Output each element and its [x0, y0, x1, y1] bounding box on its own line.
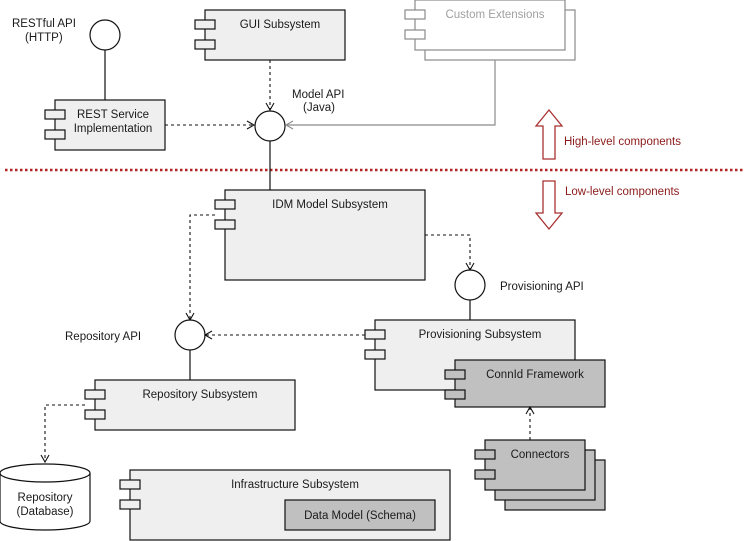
model-api-label-2: (Java)	[303, 102, 335, 114]
restful-api-label-1: RESTful API	[12, 18, 76, 30]
idm-to-repository-api-dependency	[189, 214, 215, 319]
port-icon	[119, 479, 141, 490]
port-icon	[44, 129, 66, 140]
port-icon	[44, 109, 66, 120]
provisioning-api-interface[interactable]	[454, 269, 486, 301]
idm-model-subsystem-label: IDM Model Subsystem	[272, 199, 388, 211]
database-label-2: (Database)	[17, 506, 74, 518]
custom-extensions-label: Custom Extensions	[445, 9, 544, 21]
port-icon	[194, 19, 216, 30]
database-label-1: Repository	[18, 492, 73, 504]
low-level-label: Low-level components	[565, 186, 680, 198]
architecture-diagram: High-level components Low-level componen…	[0, 0, 745, 541]
repository-database[interactable]: Repository (Database)	[0, 463, 91, 531]
restful-api-interface[interactable]	[89, 19, 121, 51]
port-icon	[84, 389, 106, 400]
high-level-label: High-level components	[564, 136, 681, 148]
restful-api-label-2: (HTTP)	[25, 32, 63, 44]
data-model-label: Data Model (Schema)	[304, 510, 416, 522]
provisioning-api-label: Provisioning API	[500, 281, 584, 293]
port-icon	[474, 469, 496, 480]
port-icon	[214, 199, 236, 210]
rest-service-label-2: Implementation	[74, 123, 153, 135]
data-model-component[interactable]: Data Model (Schema)	[284, 499, 436, 531]
port-icon	[194, 39, 216, 50]
port-icon	[404, 29, 426, 40]
port-icon	[364, 329, 386, 340]
port-icon	[119, 499, 141, 510]
gui-subsystem-label: GUI Subsystem	[240, 19, 321, 31]
connid-framework-component[interactable]: ConnId Framework	[444, 359, 606, 408]
port-icon	[444, 389, 466, 400]
repository-api-label: Repository API	[65, 331, 141, 343]
port-icon	[474, 449, 496, 460]
idm-model-subsystem-component[interactable]: IDM Model Subsystem	[214, 189, 426, 281]
port-icon	[444, 369, 466, 380]
port-icon	[364, 349, 386, 360]
provisioning-subsystem-label: Provisioning Subsystem	[419, 329, 542, 341]
rest-service-label-1: REST Service	[77, 109, 149, 121]
up-arrow-icon	[534, 108, 564, 160]
connectors-component[interactable]: Connectors	[474, 439, 606, 511]
repository-api-interface[interactable]	[174, 319, 206, 351]
port-icon	[214, 219, 236, 230]
connid-framework-label: ConnId Framework	[486, 369, 584, 381]
repository-subsystem-label: Repository Subsystem	[142, 389, 257, 401]
model-api-interface[interactable]	[254, 110, 286, 142]
repository-subsystem-component[interactable]: Repository Subsystem	[84, 379, 296, 431]
rest-service-component[interactable]: REST Service Implementation	[44, 99, 166, 151]
idm-to-provisioning-api-dependency	[425, 234, 471, 269]
custom-extensions-component[interactable]: Custom Extensions	[404, 0, 576, 61]
down-arrow-icon	[534, 180, 564, 231]
gui-subsystem-component[interactable]: GUI Subsystem	[194, 9, 346, 61]
port-icon	[84, 409, 106, 420]
model-api-label-1: Model API	[292, 89, 344, 101]
repository-to-database-dependency	[44, 404, 85, 461]
connectors-label: Connectors	[511, 449, 570, 461]
port-icon	[404, 9, 426, 20]
infrastructure-subsystem-label: Infrastructure Subsystem	[231, 479, 359, 491]
